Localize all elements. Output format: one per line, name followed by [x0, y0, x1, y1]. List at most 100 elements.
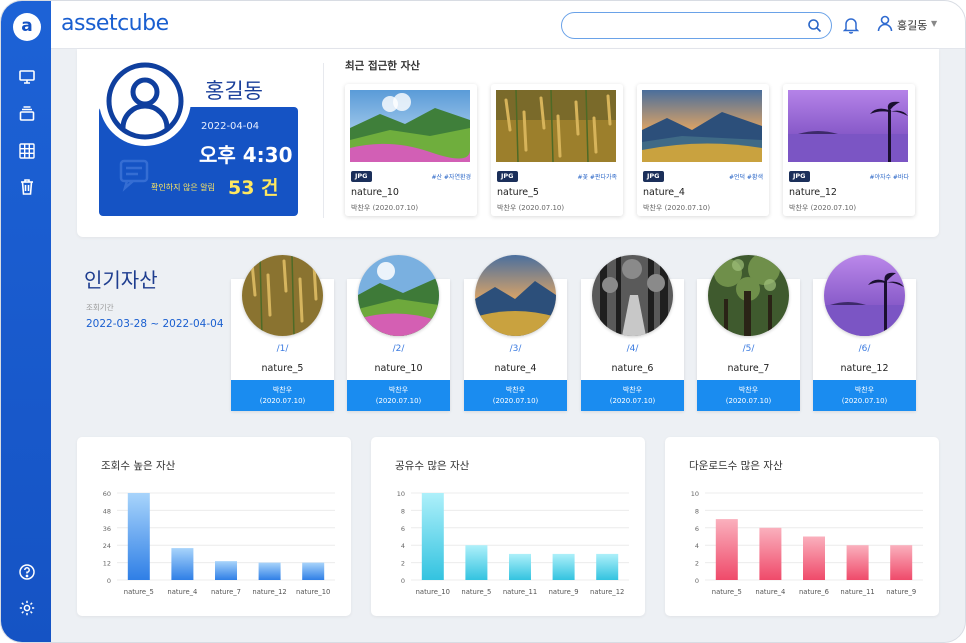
- search-icon[interactable]: [807, 18, 822, 33]
- popular-asset-card[interactable]: /2/ nature_10 박찬우 (2020.07.10): [347, 255, 450, 411]
- x-tick-label: nature_5: [461, 588, 491, 596]
- asset-thumbnail[interactable]: [642, 90, 762, 162]
- y-tick-label: 60: [103, 490, 111, 498]
- recent-asset-card[interactable]: JPG #산 #자연환경 nature_10 박찬우 (2020.07.10): [345, 84, 477, 216]
- asset-date: (2020.07.10): [375, 397, 422, 405]
- asset-owner: 박찬우: [497, 204, 517, 212]
- recent-asset-card[interactable]: JPG #야자수 #바다 nature_12 박찬우 (2020.07.10): [783, 84, 915, 216]
- asset-date: (2020.07.10): [372, 204, 419, 212]
- asset-thumbnail[interactable]: [496, 90, 616, 162]
- brand-logo[interactable]: assetcube: [61, 11, 169, 36]
- y-tick-label: 4: [401, 542, 405, 550]
- asset-name[interactable]: nature_10: [347, 363, 450, 374]
- user-name[interactable]: 홍길동: [897, 17, 927, 33]
- asset-name[interactable]: nature_5: [231, 363, 334, 374]
- bar[interactable]: [127, 493, 150, 580]
- bell-icon[interactable]: [842, 16, 860, 34]
- chart-panel-shares: 0 2 4 6 8 10 nature_10 nature_5 nature_11 nature_…: [371, 437, 645, 616]
- bar[interactable]: [890, 545, 913, 580]
- chart-panel-downloads: 0 2 4 6 8 10 nature_5 nature_4 nature_6 nature_11…: [665, 437, 939, 616]
- main-content: 홍길동 2022-04-04 오후 4:30 확인하지 않은 알림 53 건 최…: [51, 49, 965, 642]
- asset-name[interactable]: nature_7: [697, 363, 800, 374]
- asset-owner: 박찬우: [643, 204, 663, 212]
- bar[interactable]: [715, 519, 738, 580]
- asset-tags[interactable]: #꽃 #판다가족: [577, 172, 617, 181]
- asset-meta: 박찬우 (2020.07.10): [789, 203, 856, 213]
- asset-name[interactable]: nature_4: [464, 363, 567, 374]
- chat-bubble-icon: [113, 157, 153, 197]
- layers-icon[interactable]: [18, 105, 36, 123]
- asset-meta: 박찬우 (2020.07.10): [497, 203, 564, 213]
- bar[interactable]: [465, 545, 488, 580]
- popular-asset-card[interactable]: /4/ nature_6 박찬우 (2020.07.10): [581, 255, 684, 411]
- unread-count[interactable]: 53 건: [228, 173, 279, 200]
- popular-asset-card[interactable]: /1/ nature_5 박찬우 (2020.07.10): [231, 255, 334, 411]
- asset-tags[interactable]: #야자수 #바다: [869, 172, 909, 181]
- help-icon[interactable]: [18, 563, 36, 581]
- grid-icon[interactable]: [18, 142, 36, 160]
- popular-asset-card[interactable]: /3/ nature_4 박찬우 (2020.07.10): [464, 255, 567, 411]
- asset-thumbnail[interactable]: [358, 255, 439, 336]
- recent-asset-card[interactable]: JPG #꽃 #판다가족 nature_5 박찬우 (2020.07.10): [491, 84, 623, 216]
- settings-icon[interactable]: [18, 599, 36, 617]
- recent-asset-card[interactable]: JPG #언덕 #황색 nature_4 박찬우 (2020.07.10): [637, 84, 769, 216]
- asset-tags[interactable]: #산 #자연환경: [431, 172, 471, 181]
- x-tick-label: nature_9: [886, 588, 916, 596]
- bar[interactable]: [552, 553, 575, 580]
- asset-thumbnail[interactable]: [788, 90, 908, 162]
- asset-owner-bar: 박찬우 (2020.07.10): [581, 380, 684, 411]
- bar[interactable]: [846, 545, 869, 580]
- period-label: 조회기간: [86, 303, 114, 312]
- popular-asset-card[interactable]: /5/ nature_7 박찬우 (2020.07.10): [697, 255, 800, 411]
- recent-assets-title: 최근 접근한 자산: [345, 60, 420, 72]
- asset-thumbnail[interactable]: [824, 255, 905, 336]
- asset-thumbnail[interactable]: [592, 255, 673, 336]
- asset-owner: 박찬우: [272, 386, 293, 394]
- unread-label: 확인하지 않은 알림: [151, 183, 215, 192]
- chart-title: 조회수 높은 자산: [101, 460, 176, 472]
- sidebar: a: [1, 1, 51, 642]
- y-tick-label: 2: [401, 560, 405, 568]
- chart-panel-views: 0 12 24 36 48 60 nature_5 nature_4 nature_7 natur…: [77, 437, 351, 616]
- asset-owner: 박찬우: [388, 386, 409, 394]
- asset-name[interactable]: nature_5: [497, 187, 539, 198]
- x-tick-label: nature_12: [252, 588, 286, 596]
- asset-thumbnail[interactable]: [475, 255, 556, 336]
- asset-name[interactable]: nature_6: [581, 363, 684, 374]
- bar[interactable]: [596, 553, 619, 580]
- asset-name[interactable]: nature_12: [813, 363, 916, 374]
- bar[interactable]: [171, 548, 194, 580]
- asset-thumbnail[interactable]: [350, 90, 470, 162]
- bar[interactable]: [803, 536, 825, 581]
- format-badge: JPG: [351, 171, 372, 182]
- bar[interactable]: [509, 553, 531, 580]
- asset-owner: 박찬우: [789, 204, 809, 212]
- format-badge: JPG: [789, 171, 810, 182]
- profile-time: 오후 4:30: [199, 143, 293, 167]
- asset-owner: 박찬우: [505, 386, 526, 394]
- chevron-down-icon[interactable]: ▼: [931, 19, 937, 28]
- bar[interactable]: [302, 562, 325, 580]
- asset-thumbnail[interactable]: [242, 255, 323, 336]
- asset-date: (2020.07.10): [609, 397, 656, 405]
- asset-owner-bar: 박찬우 (2020.07.10): [347, 380, 450, 411]
- search-input[interactable]: [561, 12, 832, 39]
- user-icon[interactable]: [877, 15, 893, 32]
- bar[interactable]: [759, 527, 782, 580]
- app-logo-icon[interactable]: a: [13, 13, 41, 41]
- rank-label: /1/: [276, 344, 289, 354]
- bar[interactable]: [421, 493, 444, 580]
- bar[interactable]: [215, 561, 237, 580]
- trash-icon[interactable]: [18, 178, 36, 196]
- asset-name[interactable]: nature_10: [351, 187, 399, 198]
- profile-name: 홍길동: [205, 79, 263, 103]
- monitor-icon[interactable]: [18, 68, 36, 86]
- asset-owner: 박찬우: [351, 204, 371, 212]
- bar[interactable]: [258, 562, 281, 580]
- asset-date: (2020.07.10): [841, 397, 888, 405]
- asset-name[interactable]: nature_4: [643, 187, 685, 198]
- asset-name[interactable]: nature_12: [789, 187, 837, 198]
- popular-asset-card[interactable]: /6/ nature_12 박찬우 (2020.07.10): [813, 255, 916, 411]
- asset-thumbnail[interactable]: [708, 255, 789, 336]
- asset-tags[interactable]: #언덕 #황색: [729, 172, 763, 181]
